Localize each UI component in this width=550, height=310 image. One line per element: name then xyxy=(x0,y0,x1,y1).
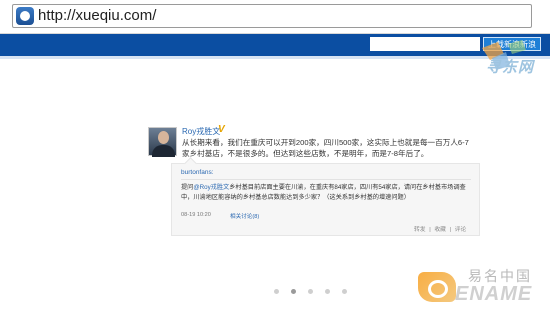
author-name-link[interactable]: Roy戎胜文 xyxy=(182,126,220,137)
avatar[interactable] xyxy=(148,127,177,157)
search-input[interactable] xyxy=(370,37,480,51)
pagination-dot[interactable] xyxy=(308,289,313,294)
pagination-dot[interactable] xyxy=(342,289,347,294)
favorite-link[interactable]: 收藏 xyxy=(434,227,446,233)
action-separator: | xyxy=(429,227,431,233)
pagination-dot[interactable] xyxy=(291,289,296,294)
retweet-author-link[interactable]: burtonfans: xyxy=(181,169,214,176)
avatar-head xyxy=(158,131,169,144)
watermark-top-text: 寻东网 xyxy=(486,59,535,76)
avatar-body xyxy=(152,145,175,157)
retweet-prefix: 提问 xyxy=(181,184,194,191)
pagination-dot[interactable] xyxy=(325,289,330,294)
tweet-card: Roy戎胜文 V 从长期来看，我们在重庆可以开到200家，四川500家，这实际上… xyxy=(148,122,480,240)
pagination-dot[interactable] xyxy=(274,289,279,294)
watermark-bottom-en: ENAME xyxy=(455,283,533,305)
related-discussion-link[interactable]: 相关讨论(8) xyxy=(230,212,259,220)
site-header-shade xyxy=(0,56,550,59)
address-bar: http://xueqiu.com/ xyxy=(0,0,550,34)
url-text: http://xueqiu.com/ xyxy=(38,7,157,24)
card-actions: 转发 | 收藏 | 评论 xyxy=(414,224,468,233)
globe-icon xyxy=(16,7,34,25)
ename-logo-icon xyxy=(418,272,456,302)
retweet-divider xyxy=(181,179,471,180)
retweet-text: 提问@Roy戎胜文乡村基目前店面主要在川渝，在重庆有84家店，四川有54家店，请… xyxy=(181,183,477,203)
action-separator: | xyxy=(449,227,452,233)
retweet-timestamp: 08-19 10:20 xyxy=(181,212,211,218)
tweet-text: 从长期来看，我们在重庆可以开到200家，四川500家，这实际上也就是每一百万人6… xyxy=(182,138,469,158)
url-input[interactable]: http://xueqiu.com/ xyxy=(12,4,532,28)
mention-link[interactable]: @Roy戎胜文 xyxy=(193,184,229,191)
repost-link[interactable]: 转发 xyxy=(414,227,426,233)
comment-link[interactable]: 评论 xyxy=(455,227,467,233)
verified-icon: V xyxy=(218,124,225,135)
